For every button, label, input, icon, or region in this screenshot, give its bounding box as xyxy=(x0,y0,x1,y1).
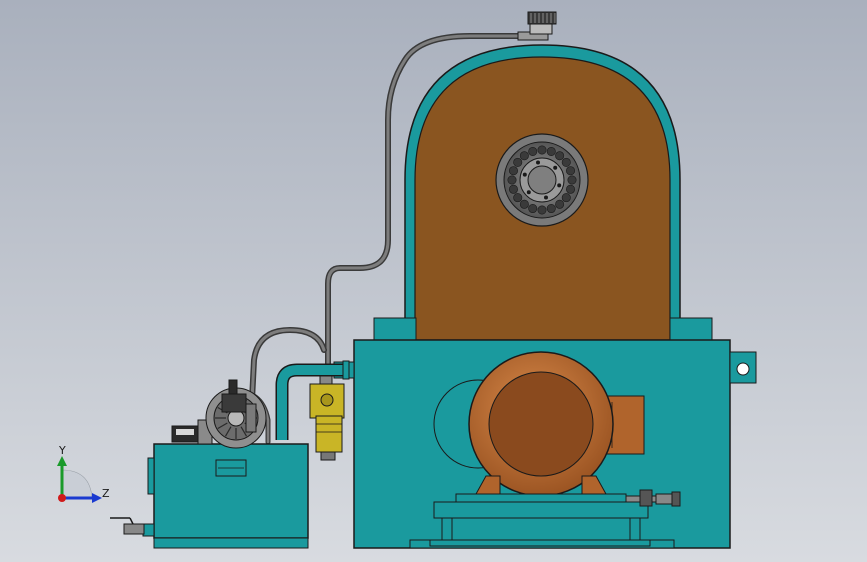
tank-drain-valve[interactable] xyxy=(110,517,145,535)
bearing-roller xyxy=(537,205,547,215)
bearing-roller xyxy=(537,145,547,155)
lifting-lug-hole xyxy=(736,362,750,376)
bearing-roller xyxy=(519,151,529,161)
triad-y-arrowhead xyxy=(57,456,67,466)
bearing-roller xyxy=(546,204,556,214)
bearing-roller xyxy=(561,193,571,203)
coordinate-triad[interactable]: Y Z xyxy=(57,444,110,503)
hydraulic-filter-valve[interactable] xyxy=(309,375,345,461)
main-shaft-bearing[interactable] xyxy=(495,133,589,227)
bearing-roller xyxy=(546,146,556,156)
triad-z-label: Z xyxy=(102,487,110,500)
triad-origin xyxy=(58,494,66,502)
bearing-bolt xyxy=(557,183,562,188)
bearing-bolt xyxy=(543,195,548,200)
bearing-roller xyxy=(555,151,565,161)
bearing-roller xyxy=(519,199,529,209)
triad-plane xyxy=(61,469,93,499)
hydraulic-unit-assembly-model[interactable]: Y Z xyxy=(0,0,867,562)
bearing-roller xyxy=(566,166,576,176)
housing-flange-left xyxy=(373,317,417,341)
cad-graphics-viewport[interactable]: Y Z xyxy=(0,0,867,562)
bearing-roller xyxy=(513,193,523,203)
motor-front-face xyxy=(488,371,594,477)
bearing-roller xyxy=(507,175,517,185)
bearing-bolt xyxy=(536,160,541,165)
bearing-roller xyxy=(508,166,518,176)
bearing-roller xyxy=(566,184,576,194)
triad-y-label: Y xyxy=(58,444,66,457)
bearing-roller xyxy=(528,146,538,156)
bearing-roller xyxy=(528,204,538,214)
hydraulic-pump[interactable] xyxy=(197,379,267,449)
bearing-roller xyxy=(561,157,571,167)
housing-flange-right xyxy=(669,317,713,341)
bearing-roller xyxy=(513,157,523,167)
bearing-bolt xyxy=(553,165,558,170)
breather-filler-cap[interactable] xyxy=(517,11,557,41)
bearing-roller xyxy=(567,175,577,185)
bearing-roller xyxy=(508,184,518,194)
triad-z-arrowhead xyxy=(92,493,102,503)
bearing-bolt xyxy=(526,190,531,195)
bearing-bolt xyxy=(522,172,527,177)
bearing-roller xyxy=(555,199,565,209)
